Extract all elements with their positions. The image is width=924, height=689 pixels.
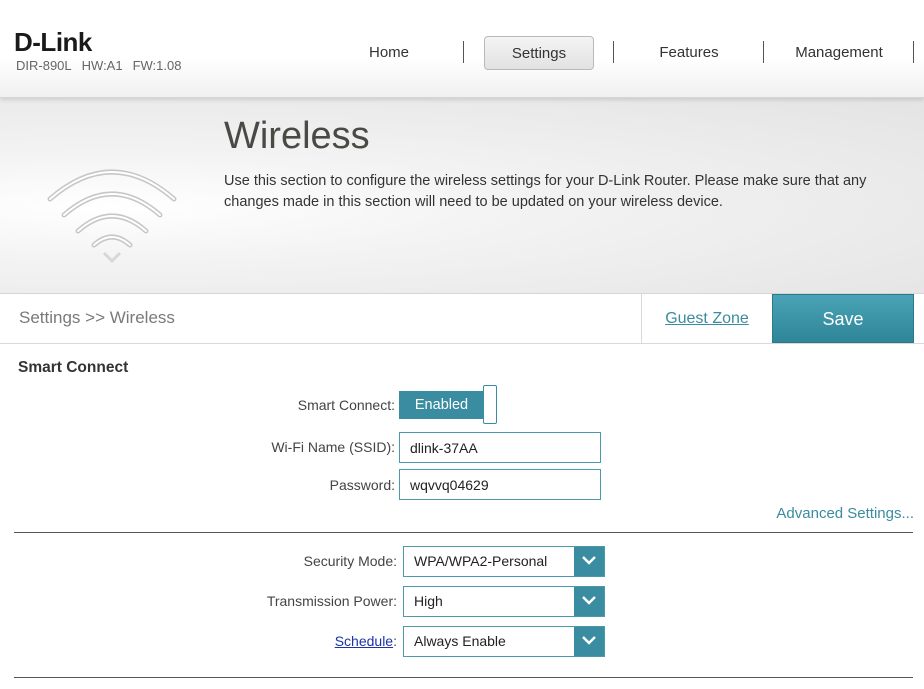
action-bar: Settings >> Wireless Guest Zone Save xyxy=(0,294,924,344)
toggle-state-text: Enabled xyxy=(399,391,484,419)
transmission-power-value: High xyxy=(414,593,443,609)
nav-separator xyxy=(913,41,914,63)
nav-settings[interactable]: Settings xyxy=(484,36,594,70)
security-mode-value: WPA/WPA2-Personal xyxy=(414,553,548,569)
smart-connect-toggle[interactable]: Enabled xyxy=(399,385,499,424)
main-nav: Home Settings Features Management xyxy=(315,36,924,70)
schedule-colon: : xyxy=(393,633,397,649)
ssid-input[interactable] xyxy=(399,432,601,463)
transmission-power-select[interactable]: High xyxy=(403,586,605,617)
schedule-value: Always Enable xyxy=(414,633,506,649)
section-divider xyxy=(14,677,913,678)
nav-separator xyxy=(463,41,464,63)
nav-features[interactable]: Features xyxy=(634,36,744,70)
ssid-label: Wi-Fi Name (SSID): xyxy=(271,439,395,455)
password-input[interactable] xyxy=(399,469,601,500)
model-name: DIR-890L xyxy=(16,58,72,73)
nav-separator xyxy=(613,41,614,63)
password-label: Password: xyxy=(329,477,395,493)
page-title: Wireless xyxy=(224,115,370,157)
breadcrumb: Settings >> Wireless xyxy=(19,308,175,327)
schedule-label: Schedule: xyxy=(97,633,397,649)
advanced-settings-link[interactable]: Advanced Settings... xyxy=(776,505,914,522)
section-title-smart-connect: Smart Connect xyxy=(18,359,129,376)
transmission-power-label: Transmission Power: xyxy=(266,593,397,609)
nav-separator xyxy=(763,41,764,63)
top-header: D-Link DIR-890L HW:A1 FW:1.08 Home Setting… xyxy=(0,0,924,98)
security-mode-select[interactable]: WPA/WPA2-Personal xyxy=(403,546,605,577)
nav-management[interactable]: Management xyxy=(784,36,894,70)
chevron-down-icon[interactable] xyxy=(574,547,604,576)
hardware-version: HW:A1 xyxy=(81,58,123,73)
device-info: DIR-890L HW:A1 FW:1.08 xyxy=(16,58,191,73)
guest-zone-link[interactable]: Guest Zone xyxy=(641,294,772,343)
schedule-select[interactable]: Always Enable xyxy=(403,626,605,657)
save-button[interactable]: Save xyxy=(772,294,914,343)
schedule-link[interactable]: Schedule xyxy=(335,633,393,649)
page-description: Use this section to configure the wirele… xyxy=(224,173,867,210)
toggle-knob[interactable] xyxy=(483,385,497,424)
firmware-version: FW:1.08 xyxy=(132,58,182,73)
security-mode-label: Security Mode: xyxy=(303,553,397,569)
page-banner: Wireless Use this section to configure t… xyxy=(0,97,924,294)
dlink-logo: D-Link xyxy=(14,27,92,57)
section-divider xyxy=(14,532,913,533)
wifi-icon xyxy=(47,169,177,264)
chevron-down-icon[interactable] xyxy=(574,587,604,616)
chevron-down-icon[interactable] xyxy=(574,627,604,656)
nav-home[interactable]: Home xyxy=(334,36,444,70)
smart-connect-label: Smart Connect: xyxy=(297,397,395,413)
